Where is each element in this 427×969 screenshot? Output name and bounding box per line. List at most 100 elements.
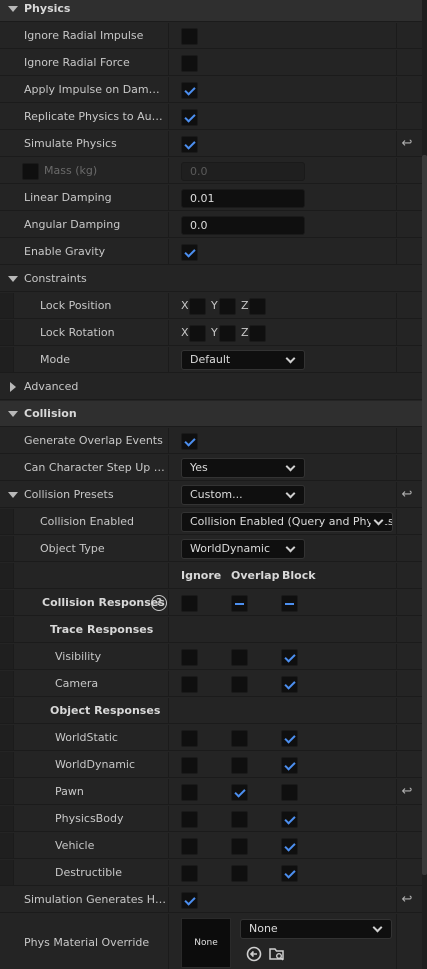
object-type-value: WorldDynamic (190, 542, 271, 555)
ignore-radial-impulse-checkbox[interactable] (181, 28, 198, 45)
details-panel: Physics Ignore Radial Impulse Ignore Rad… (0, 0, 427, 969)
category-physics[interactable]: Physics (0, 0, 422, 22)
vertical-scrollbar[interactable] (422, 0, 427, 969)
ignore-checkbox[interactable] (181, 811, 198, 828)
row-collision-responses: Collision Responses ? (0, 590, 422, 616)
all-ignore-checkbox[interactable] (181, 595, 198, 612)
ignore-checkbox[interactable] (181, 784, 198, 801)
group-advanced[interactable]: Advanced (0, 374, 422, 400)
replicate-physics-checkbox[interactable] (181, 109, 198, 126)
block-checkbox[interactable] (281, 784, 298, 801)
collision-enabled-label: Collision Enabled (40, 515, 135, 528)
replicate-physics-label: Replicate Physics to Auton… (24, 110, 166, 123)
ignore-checkbox[interactable] (181, 838, 198, 855)
lock-position-z-checkbox[interactable] (249, 298, 266, 315)
response-row-camera: Camera (0, 671, 422, 697)
lock-rotation-z-label: Z (241, 326, 249, 339)
response-row-vehicle: Vehicle (0, 833, 422, 859)
enable-gravity-checkbox[interactable] (181, 244, 198, 261)
response-row-worlddynamic: WorldDynamic (0, 752, 422, 778)
overlap-checkbox[interactable] (231, 784, 248, 801)
overlap-checkbox[interactable] (231, 649, 248, 666)
ignore-checkbox[interactable] (181, 757, 198, 774)
help-icon[interactable]: ? (151, 595, 167, 611)
overlap-checkbox[interactable] (231, 676, 248, 693)
lock-position-y-checkbox[interactable] (219, 298, 236, 315)
collapse-arrow-icon[interactable] (8, 492, 18, 498)
lock-position-x-checkbox[interactable] (189, 298, 206, 315)
simulation-generates-hit-events-checkbox[interactable] (181, 892, 198, 909)
reset-to-default-icon[interactable]: ↩ (400, 785, 414, 799)
use-selected-asset-icon[interactable] (246, 946, 262, 962)
lock-rotation-x-checkbox[interactable] (189, 325, 206, 342)
phys-material-value: None (249, 922, 278, 935)
response-label: Camera (55, 677, 99, 690)
scrollbar-thumb[interactable] (422, 155, 427, 875)
overlap-checkbox[interactable] (231, 865, 248, 882)
ignore-radial-force-checkbox[interactable] (181, 55, 198, 72)
ignore-checkbox[interactable] (181, 865, 198, 882)
mode-label: Mode (40, 353, 70, 366)
angular-damping-field[interactable]: 0.0 (181, 216, 305, 235)
block-checkbox[interactable] (281, 757, 298, 774)
block-checkbox[interactable] (281, 838, 298, 855)
reset-to-default-icon[interactable]: ↩ (400, 137, 414, 151)
block-checkbox[interactable] (281, 865, 298, 882)
all-overlap-checkbox[interactable] (231, 595, 248, 612)
overlap-checkbox[interactable] (231, 757, 248, 774)
linear-damping-field[interactable]: 0.01 (181, 189, 305, 208)
expand-arrow-icon[interactable] (10, 382, 16, 392)
response-row-worldstatic: WorldStatic (0, 725, 422, 751)
row-can-character-step-up-on: Can Character Step Up On Yes (0, 455, 422, 481)
phys-material-dropdown[interactable]: None (240, 919, 392, 939)
collapse-arrow-icon[interactable] (8, 6, 18, 12)
overlap-checkbox[interactable] (231, 811, 248, 828)
lock-rotation-y-checkbox[interactable] (219, 325, 236, 342)
collision-presets-dropdown[interactable]: Custom... (181, 485, 305, 505)
constraints-title: Constraints (24, 272, 87, 285)
block-checkbox[interactable] (281, 676, 298, 693)
object-type-label: Object Type (40, 542, 105, 555)
category-collision-title: Collision (24, 407, 77, 420)
block-checkbox[interactable] (281, 811, 298, 828)
response-row-destructible: Destructible (0, 860, 422, 886)
ignore-checkbox[interactable] (181, 730, 198, 747)
lock-rotation-y-label: Y (211, 326, 218, 339)
apply-impulse-on-damage-checkbox[interactable] (181, 82, 198, 99)
object-responses-title: Object Responses (50, 704, 161, 717)
row-ignore-radial-impulse: Ignore Radial Impulse (0, 23, 422, 49)
can-character-step-up-on-dropdown[interactable]: Yes (181, 458, 305, 478)
overlap-checkbox[interactable] (231, 838, 248, 855)
row-object-responses: Object Responses (0, 698, 422, 724)
mass-field[interactable]: 0.0 (181, 162, 305, 181)
reset-to-default-icon[interactable]: ↩ (400, 893, 414, 907)
material-thumbnail[interactable]: None (181, 918, 231, 968)
row-enable-gravity: Enable Gravity (0, 239, 422, 265)
lock-rotation-z-checkbox[interactable] (249, 325, 266, 342)
response-label: Destructible (55, 866, 122, 879)
row-trace-responses: Trace Responses (0, 617, 422, 643)
collision-enabled-dropdown[interactable]: Collision Enabled (Query and Physics) (181, 512, 393, 532)
simulate-physics-checkbox[interactable] (181, 136, 198, 153)
collapse-arrow-icon[interactable] (8, 276, 18, 282)
row-generate-overlap-events: Generate Overlap Events (0, 428, 422, 454)
collision-presets-value: Custom... (190, 488, 243, 501)
mass-override-checkbox[interactable] (22, 163, 39, 180)
mode-dropdown[interactable]: Default (181, 350, 305, 370)
row-object-type: Object Type WorldDynamic (0, 536, 422, 562)
overlap-checkbox[interactable] (231, 730, 248, 747)
category-collision[interactable]: Collision (0, 401, 422, 427)
block-checkbox[interactable] (281, 730, 298, 747)
chevron-down-icon (372, 922, 383, 933)
generate-overlap-events-checkbox[interactable] (181, 433, 198, 450)
collapse-arrow-icon[interactable] (8, 411, 18, 417)
object-type-dropdown[interactable]: WorldDynamic (181, 539, 305, 559)
reset-to-default-icon[interactable]: ↩ (400, 488, 414, 502)
block-checkbox[interactable] (281, 649, 298, 666)
browse-asset-icon[interactable] (269, 946, 285, 962)
ignore-checkbox[interactable] (181, 676, 198, 693)
response-label: WorldDynamic (55, 758, 136, 771)
group-constraints[interactable]: Constraints (0, 266, 422, 292)
ignore-checkbox[interactable] (181, 649, 198, 666)
all-block-checkbox[interactable] (281, 595, 298, 612)
